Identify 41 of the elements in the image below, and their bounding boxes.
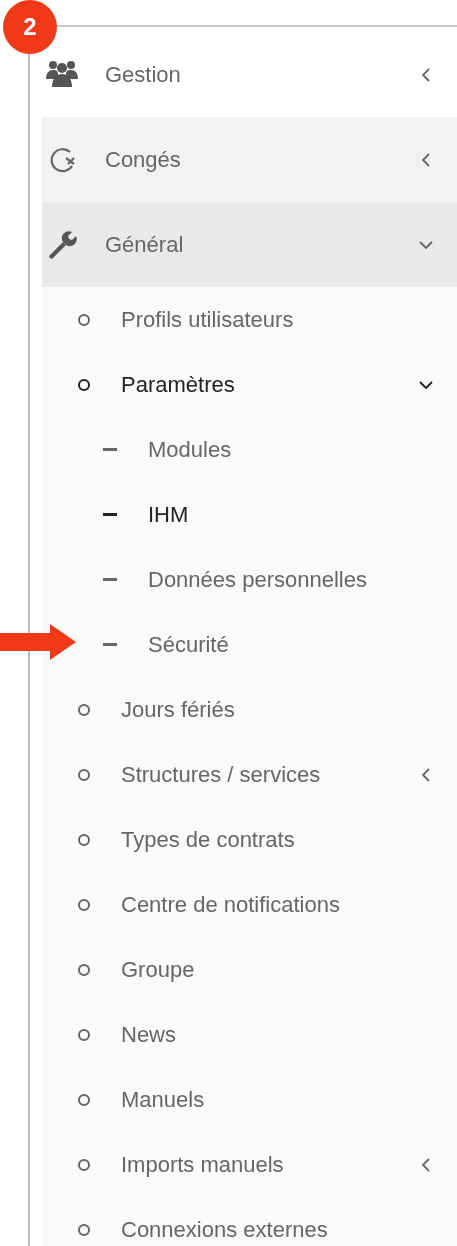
- dash-icon: [103, 643, 117, 646]
- circle-icon: [78, 768, 90, 781]
- submenu-item[interactable]: IHM: [42, 482, 457, 547]
- submenu-item[interactable]: Jours fériés: [42, 677, 457, 742]
- circle-icon: [78, 1158, 90, 1171]
- submenu-item[interactable]: Imports manuels: [42, 1132, 457, 1197]
- submenu-item[interactable]: Connexions externes: [42, 1197, 457, 1246]
- submenu-item[interactable]: Paramètres: [42, 352, 457, 417]
- menu-label: Gestion: [105, 61, 182, 88]
- chevron-left-icon: [419, 1157, 433, 1172]
- submenu-item[interactable]: Centre de notifications: [42, 872, 457, 937]
- circle-icon: [78, 313, 90, 326]
- circle-icon: [78, 1223, 90, 1236]
- circle-icon: [78, 833, 90, 846]
- chevron-left-icon: [419, 767, 433, 782]
- submenu-item[interactable]: Types de contrats: [42, 807, 457, 872]
- submenu-item[interactable]: News: [42, 1002, 457, 1067]
- wrench-icon: [46, 228, 78, 261]
- dash-icon: [103, 513, 117, 516]
- menu-item[interactable]: Général: [42, 202, 457, 287]
- submenu-item[interactable]: Données personnelles: [42, 547, 457, 612]
- menu-item[interactable]: Congés: [42, 117, 457, 202]
- submenu-item[interactable]: Structures / services: [42, 742, 457, 807]
- circle-icon: [78, 1093, 90, 1106]
- submenu-item[interactable]: Manuels: [42, 1067, 457, 1132]
- circle-icon: [78, 963, 90, 976]
- submenu-item[interactable]: Sécurité: [42, 612, 457, 677]
- chevron-left-icon: [419, 67, 433, 82]
- circle-icon: [78, 703, 90, 716]
- submenu-item[interactable]: Modules: [42, 417, 457, 482]
- circle-icon: [78, 378, 90, 391]
- submenu-item[interactable]: Profils utilisateurs: [42, 287, 457, 352]
- circle-icon: [78, 1028, 90, 1041]
- circle-icon: [78, 898, 90, 911]
- submenu-item[interactable]: Groupe: [42, 937, 457, 1002]
- step-badge: 2: [3, 0, 57, 54]
- menu-label: Général: [105, 231, 185, 258]
- chevron-left-icon: [419, 152, 433, 167]
- dash-icon: [103, 448, 117, 451]
- menu-label: Congés: [105, 146, 182, 173]
- dash-icon: [103, 578, 117, 581]
